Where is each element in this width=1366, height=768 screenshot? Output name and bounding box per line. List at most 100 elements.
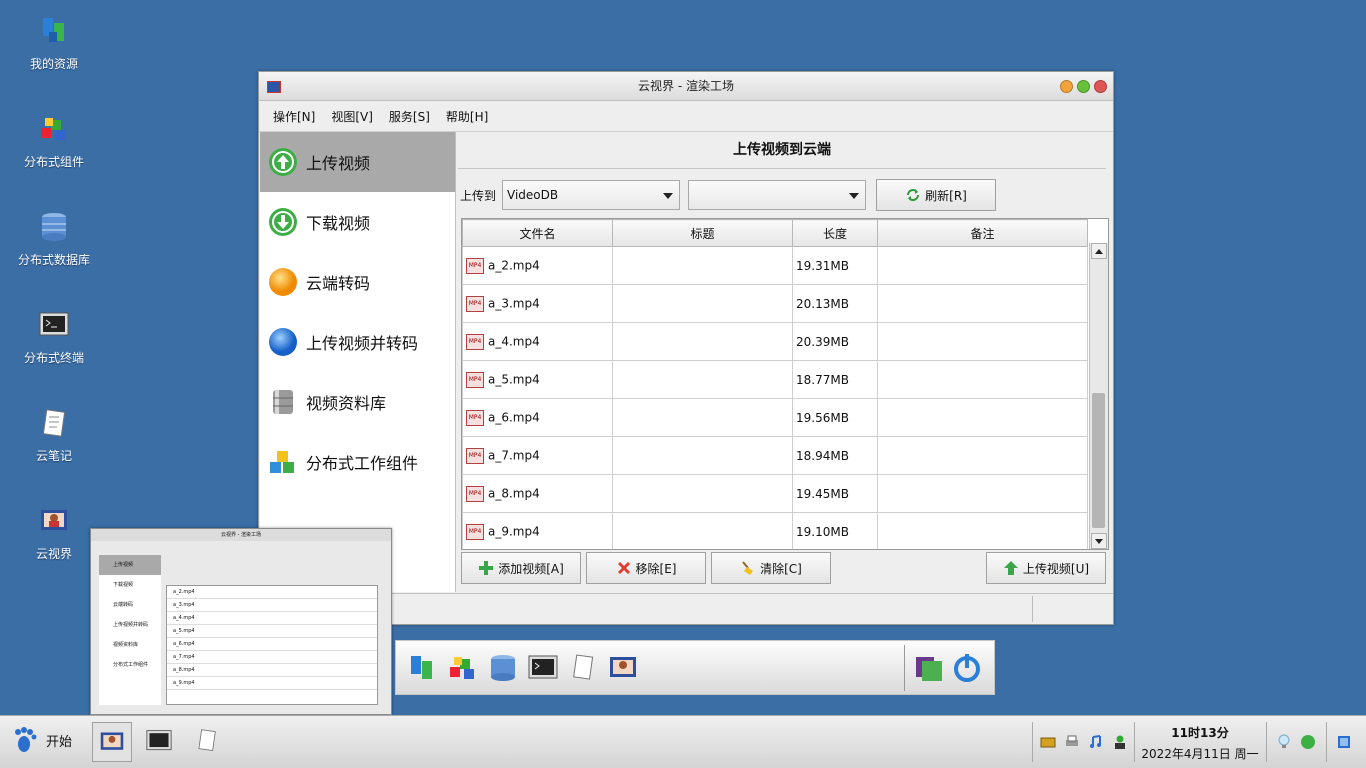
menu-service[interactable]: 服务[S] xyxy=(381,108,438,125)
maximize-button[interactable] xyxy=(1077,80,1090,93)
show-desktop-icon[interactable] xyxy=(1336,734,1352,750)
remove-button[interactable]: 移除[E] xyxy=(586,552,706,584)
desktop-icon-database[interactable]: 分布式数据库 xyxy=(14,210,94,268)
desktop-icon-label: 我的资源 xyxy=(29,57,78,71)
start-button[interactable]: 开始 xyxy=(12,726,72,754)
broom-icon xyxy=(742,561,754,575)
file-note[interactable] xyxy=(877,436,1088,475)
clock[interactable]: 11时13分 2022年4月11日 周一 xyxy=(1138,724,1262,762)
desktop-icon-notes[interactable]: 云笔记 xyxy=(14,406,94,464)
target-select[interactable]: VideoDB xyxy=(502,180,681,210)
blue-ball-icon xyxy=(269,328,297,356)
action-bar: 添加视频[A] 移除[E] 清除[C] 上传视频[U] xyxy=(461,552,1106,586)
music-icon[interactable] xyxy=(1088,734,1104,750)
column-title[interactable]: 标题 xyxy=(612,219,793,247)
desktop-icon-my-resources[interactable]: 我的资源 xyxy=(14,14,94,72)
desktop-icon-label: 分布式终端 xyxy=(23,351,84,365)
quick-launch-dock xyxy=(395,640,995,695)
table-row[interactable]: MP4 a_3.mp4 20.13MB xyxy=(462,284,1088,323)
file-title[interactable] xyxy=(612,474,793,513)
minimize-button[interactable] xyxy=(1060,80,1073,93)
storage-icon[interactable] xyxy=(1040,734,1056,750)
orange-ball-icon xyxy=(269,268,297,296)
user-icon[interactable] xyxy=(1112,734,1128,750)
file-note[interactable] xyxy=(877,398,1088,437)
table-row[interactable]: MP4 a_7.mp4 18.94MB xyxy=(462,436,1088,475)
add-video-button[interactable]: 添加视频[A] xyxy=(461,552,581,584)
components-icon[interactable] xyxy=(448,653,478,683)
file-note[interactable] xyxy=(877,284,1088,323)
mp4-file-icon: MP4 xyxy=(466,409,484,426)
preview-nav-item: 上传视频并转码 xyxy=(113,622,149,628)
file-title[interactable] xyxy=(612,398,793,437)
file-title[interactable] xyxy=(612,246,793,285)
printer-icon[interactable] xyxy=(1064,734,1080,750)
file-title[interactable] xyxy=(612,436,793,475)
file-note[interactable] xyxy=(877,322,1088,361)
window-switch-icon[interactable] xyxy=(914,653,944,683)
desktop-icon-components[interactable]: 分布式组件 xyxy=(14,112,94,170)
cloud-view-icon[interactable] xyxy=(608,653,638,683)
file-size: 19.45MB xyxy=(792,474,878,513)
nav-download-video[interactable]: 下载视频 xyxy=(260,192,455,252)
column-size[interactable]: 长度 xyxy=(792,219,878,247)
menu-operation[interactable]: 操作[N] xyxy=(265,108,323,125)
column-filename[interactable]: 文件名 xyxy=(462,219,613,247)
status-green-icon[interactable] xyxy=(1300,734,1316,750)
scroll-thumb[interactable] xyxy=(1092,393,1105,528)
secondary-select[interactable] xyxy=(688,180,867,210)
desktop-icon-cloud-view[interactable]: 云视界 xyxy=(14,504,94,562)
power-icon[interactable] xyxy=(952,653,982,683)
nav-cloud-transcode[interactable]: 云端转码 xyxy=(260,252,455,312)
table-row[interactable]: MP4 a_2.mp4 19.31MB xyxy=(462,246,1088,285)
table-row[interactable]: MP4 a_9.mp4 19.10MB xyxy=(462,512,1088,549)
lightbulb-icon[interactable] xyxy=(1276,734,1292,750)
table-row[interactable]: MP4 a_8.mp4 19.45MB xyxy=(462,474,1088,513)
file-note[interactable] xyxy=(877,360,1088,399)
preview-nav-item: 上传视频 xyxy=(99,555,161,575)
cloud-view-icon xyxy=(100,732,124,750)
table-row[interactable]: MP4 a_5.mp4 18.77MB xyxy=(462,360,1088,399)
table-row[interactable]: MP4 a_4.mp4 20.39MB xyxy=(462,322,1088,361)
file-note[interactable] xyxy=(877,512,1088,549)
nav-panel: 上传视频 下载视频 云端转码 上传视频并转码 视频资料库 分布式工作组件 xyxy=(260,132,456,592)
scroll-up-button[interactable] xyxy=(1091,243,1107,259)
window-preview-thumbnail[interactable]: 云视界 - 渲染工场 上传视频 下载视频 云端转码 上传视频并转码 视频资料库 … xyxy=(90,528,392,715)
nav-distributed-components[interactable]: 分布式工作组件 xyxy=(260,432,455,492)
scroll-down-button[interactable] xyxy=(1091,533,1107,549)
file-name: a_5.mp4 xyxy=(488,372,540,386)
nav-upload-and-transcode[interactable]: 上传视频并转码 xyxy=(260,312,455,372)
clear-label: 清除[C] xyxy=(760,561,802,576)
menu-view[interactable]: 视图[V] xyxy=(323,108,381,125)
file-title[interactable] xyxy=(612,284,793,323)
my-resources-icon[interactable] xyxy=(408,653,438,683)
file-note[interactable] xyxy=(877,474,1088,513)
notes-icon[interactable] xyxy=(568,653,598,683)
upload-video-button[interactable]: 上传视频[U] xyxy=(986,552,1106,584)
preview-row: a_6.mp4 xyxy=(167,638,377,651)
clear-button[interactable]: 清除[C] xyxy=(711,552,831,584)
task-terminal[interactable] xyxy=(140,722,180,762)
title-bar[interactable]: 云视界 - 渲染工场 xyxy=(259,72,1113,101)
preview-nav-item: 下载视频 xyxy=(113,582,134,588)
file-title[interactable] xyxy=(612,360,793,399)
table-scrollbar[interactable] xyxy=(1089,243,1108,549)
upload-video-label: 上传视频[U] xyxy=(1022,561,1090,576)
file-note[interactable] xyxy=(877,246,1088,285)
database-icon[interactable] xyxy=(488,653,518,683)
file-title[interactable] xyxy=(612,512,793,549)
menu-help[interactable]: 帮助[H] xyxy=(438,108,496,125)
task-cloud-view[interactable] xyxy=(92,722,132,762)
file-size: 19.31MB xyxy=(792,246,878,285)
column-note[interactable]: 备注 xyxy=(877,219,1088,247)
refresh-button[interactable]: 刷新[R] xyxy=(876,179,997,211)
table-row[interactable]: MP4 a_6.mp4 19.56MB xyxy=(462,398,1088,437)
close-button[interactable] xyxy=(1094,80,1107,93)
nav-video-library[interactable]: 视频资料库 xyxy=(260,372,455,432)
nav-upload-video[interactable]: 上传视频 xyxy=(260,132,455,192)
file-title[interactable] xyxy=(612,322,793,361)
desktop-icon-terminal[interactable]: 分布式终端 xyxy=(14,308,94,366)
terminal-icon[interactable] xyxy=(528,653,558,683)
task-notes[interactable] xyxy=(188,722,228,762)
desktop-icon-label: 分布式组件 xyxy=(23,155,84,169)
